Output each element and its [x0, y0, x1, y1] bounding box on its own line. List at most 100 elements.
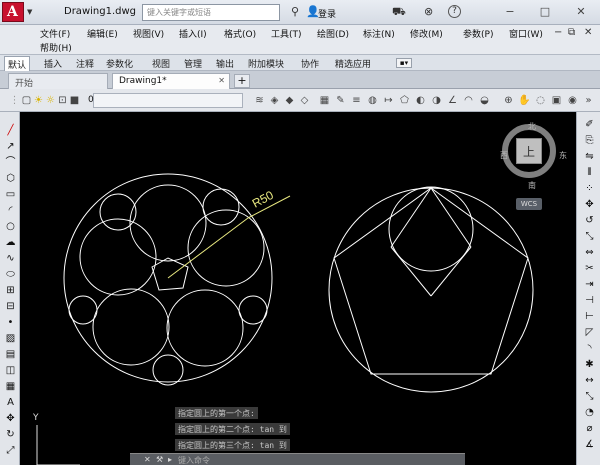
tab-manage[interactable]: 管理	[181, 57, 205, 70]
radius-icon[interactable]: ◠	[462, 94, 475, 107]
tab-collaborate[interactable]: 协作	[298, 57, 322, 70]
viewcube-south[interactable]: 南	[528, 180, 536, 191]
properties-icon[interactable]: ▦	[318, 94, 331, 107]
zoom-icon[interactable]: ⊕	[502, 94, 515, 107]
cart-icon[interactable]: ⛟	[392, 5, 406, 19]
doc-minimize-button[interactable]: −	[554, 27, 562, 38]
maximize-button[interactable]: □	[532, 3, 558, 21]
menu-window[interactable]: 窗口(W)	[507, 27, 545, 40]
pan-icon[interactable]: ✋	[518, 94, 531, 107]
menu-parametric[interactable]: 参数(P)	[461, 27, 495, 40]
command-line[interactable]: ✕ ⚒ ▸ 键入命令	[130, 453, 465, 465]
mirror-icon[interactable]: ⇋	[583, 150, 596, 163]
menu-draw[interactable]: 绘图(D)	[315, 27, 351, 40]
view-icon[interactable]: ▣	[550, 94, 563, 107]
trim-icon[interactable]: ✂	[583, 262, 596, 275]
area-icon[interactable]: ⬠	[398, 94, 411, 107]
render-icon[interactable]: ◉	[566, 94, 579, 107]
menu-view[interactable]: 视图(V)	[131, 27, 166, 40]
layer-unisolate-icon[interactable]: ◇	[298, 94, 311, 107]
menu-insert[interactable]: 插入(I)	[177, 27, 209, 40]
tab-insert[interactable]: 插入	[41, 57, 65, 70]
app-menu-chevron-icon[interactable]: ▼	[27, 8, 32, 16]
doc-close-button[interactable]: ✕	[584, 27, 592, 38]
hatch-icon[interactable]: ▨	[4, 332, 17, 345]
ribbon-toggle-button[interactable]: ▪▾	[396, 58, 412, 68]
polyline-icon[interactable]: ⌒	[4, 156, 17, 169]
revcloud-icon[interactable]: ☁	[4, 236, 17, 249]
layer-match-icon[interactable]: ≋	[253, 94, 266, 107]
layer-dropdown[interactable]	[93, 93, 243, 108]
exchange-icon[interactable]: ⊗	[424, 5, 433, 19]
rectangle-icon[interactable]: ▭	[4, 188, 17, 201]
orbit-icon[interactable]: ◌	[534, 94, 547, 107]
copy-icon[interactable]: ⎘	[583, 134, 596, 147]
list-icon[interactable]: ≡	[350, 94, 363, 107]
chamfer-icon[interactable]: ◸	[583, 326, 596, 339]
gradient-icon[interactable]: ▤	[4, 348, 17, 361]
more-icon[interactable]: »	[582, 94, 595, 107]
binoculars-icon[interactable]: ⚲	[291, 5, 299, 19]
wrench-icon[interactable]: ⚒	[156, 455, 163, 464]
region-tool-icon[interactable]: ◫	[4, 364, 17, 377]
viewcube-north[interactable]: 北	[528, 121, 536, 132]
array-icon[interactable]: ⁘	[583, 182, 596, 195]
polygon-icon[interactable]: ⬡	[4, 172, 17, 185]
dim-radius-icon[interactable]: ◔	[583, 406, 596, 419]
dim-angular-icon[interactable]: ∡	[583, 438, 596, 451]
offset-icon[interactable]: ⫴	[583, 166, 596, 179]
xline-icon[interactable]: ↗	[4, 140, 17, 153]
match-props-icon[interactable]: ✎	[334, 94, 347, 107]
color-swatch-icon[interactable]: ■	[68, 94, 81, 107]
menu-format[interactable]: 格式(O)	[222, 27, 258, 40]
tab-default[interactable]: 默认	[4, 56, 31, 71]
scale-icon[interactable]: ⤢	[4, 444, 17, 457]
make-block-icon[interactable]: ⊟	[4, 300, 17, 313]
help-icon[interactable]: ?	[448, 5, 461, 18]
region-icon[interactable]: ◐	[414, 94, 427, 107]
tab-annotate[interactable]: 注释	[73, 57, 97, 70]
move-r-icon[interactable]: ✥	[583, 198, 596, 211]
menu-file[interactable]: 文件(F)	[38, 27, 72, 40]
id-icon[interactable]: ◍	[366, 94, 379, 107]
menu-modify[interactable]: 修改(M)	[408, 27, 445, 40]
erase-icon[interactable]: ✐	[583, 118, 596, 131]
break-icon[interactable]: ⊣	[583, 294, 596, 307]
fillet-icon[interactable]: ◝	[583, 342, 596, 355]
circle-icon[interactable]: ○	[4, 220, 17, 233]
point-icon[interactable]: •	[4, 316, 17, 329]
close-button[interactable]: ✕	[568, 3, 594, 21]
doc-restore-button[interactable]: ⧉	[568, 27, 575, 38]
layer-isolate-icon[interactable]: ◆	[283, 94, 296, 107]
menu-tools[interactable]: 工具(T)	[269, 27, 304, 40]
explode-icon[interactable]: ✱	[583, 358, 596, 371]
layer-previous-icon[interactable]: ◈	[268, 94, 281, 107]
menu-dimension[interactable]: 标注(N)	[361, 27, 397, 40]
move-icon[interactable]: ✥	[4, 412, 17, 425]
stretch-icon[interactable]: ⇔	[583, 246, 596, 259]
tab-start[interactable]: 开始	[8, 73, 108, 89]
massprop-icon[interactable]: ◑	[430, 94, 443, 107]
command-input[interactable]: 键入命令	[178, 455, 210, 465]
tab-drawing1[interactable]: Drawing1* ✕	[112, 73, 230, 89]
new-tab-button[interactable]: +	[234, 74, 250, 88]
tab-view[interactable]: 视图	[149, 57, 173, 70]
tab-output[interactable]: 输出	[213, 57, 237, 70]
scale-r-icon[interactable]: ⤡	[583, 230, 596, 243]
viewcube-east[interactable]: 东	[559, 150, 567, 161]
line-icon[interactable]: ╱	[4, 124, 17, 137]
mtext-icon[interactable]: A	[4, 396, 17, 409]
angle-icon[interactable]: ∠	[446, 94, 459, 107]
minimize-button[interactable]: −	[497, 3, 523, 21]
tab-featured-apps[interactable]: 精选应用	[332, 57, 374, 70]
table-icon[interactable]: ▦	[4, 380, 17, 393]
wcs-button[interactable]: WCS	[516, 198, 542, 210]
insert-block-icon[interactable]: ⊞	[4, 284, 17, 297]
extend-icon[interactable]: ⇥	[583, 278, 596, 291]
tab-parametric[interactable]: 参数化	[103, 57, 136, 70]
viewcube-top-face[interactable]: 上	[516, 138, 542, 164]
menu-help[interactable]: 帮助(H)	[38, 41, 74, 54]
ellipse-icon[interactable]: ⬭	[4, 268, 17, 281]
distance-icon[interactable]: ↦	[382, 94, 395, 107]
dim-linear-icon[interactable]: ↔	[583, 374, 596, 387]
